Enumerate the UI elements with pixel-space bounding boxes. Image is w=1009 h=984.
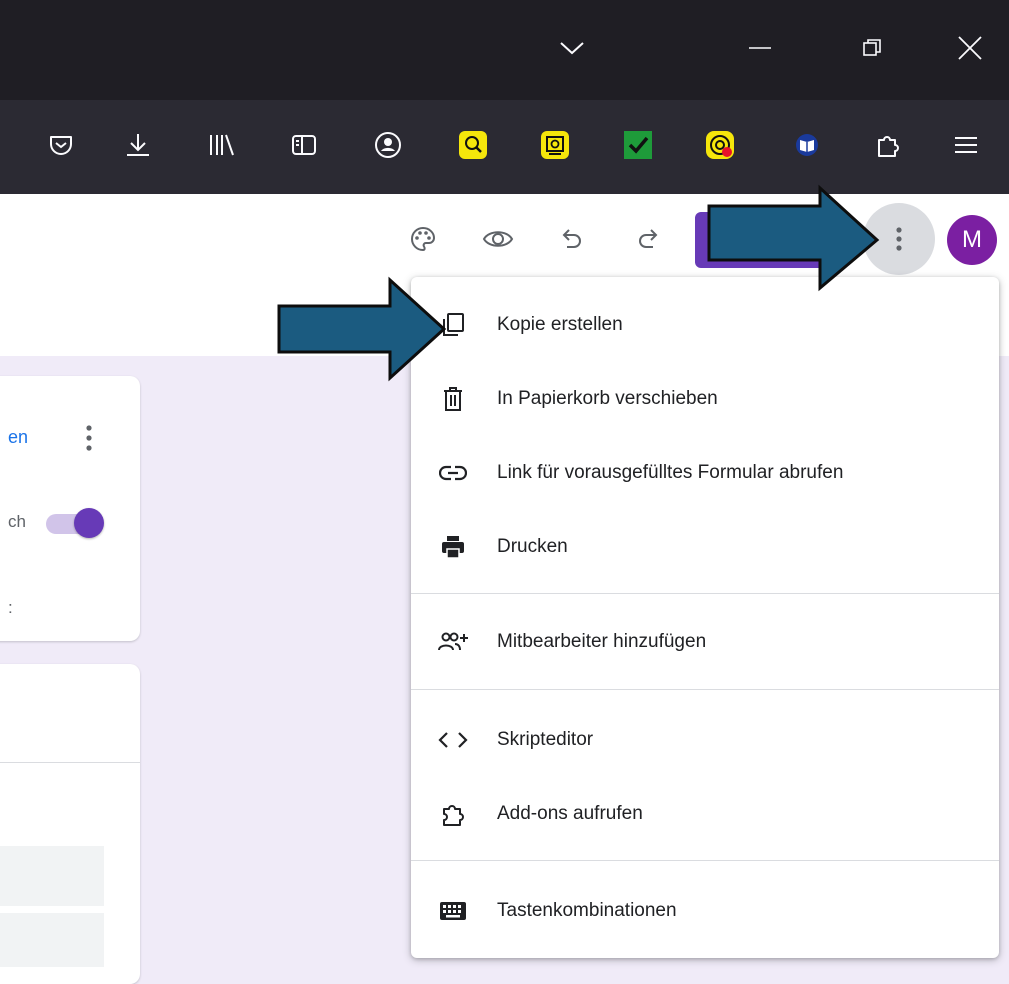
annotation-arrows [277,184,880,382]
annotation-arrow-more-button [707,184,880,292]
annotation-arrow-copy-item [277,276,447,382]
